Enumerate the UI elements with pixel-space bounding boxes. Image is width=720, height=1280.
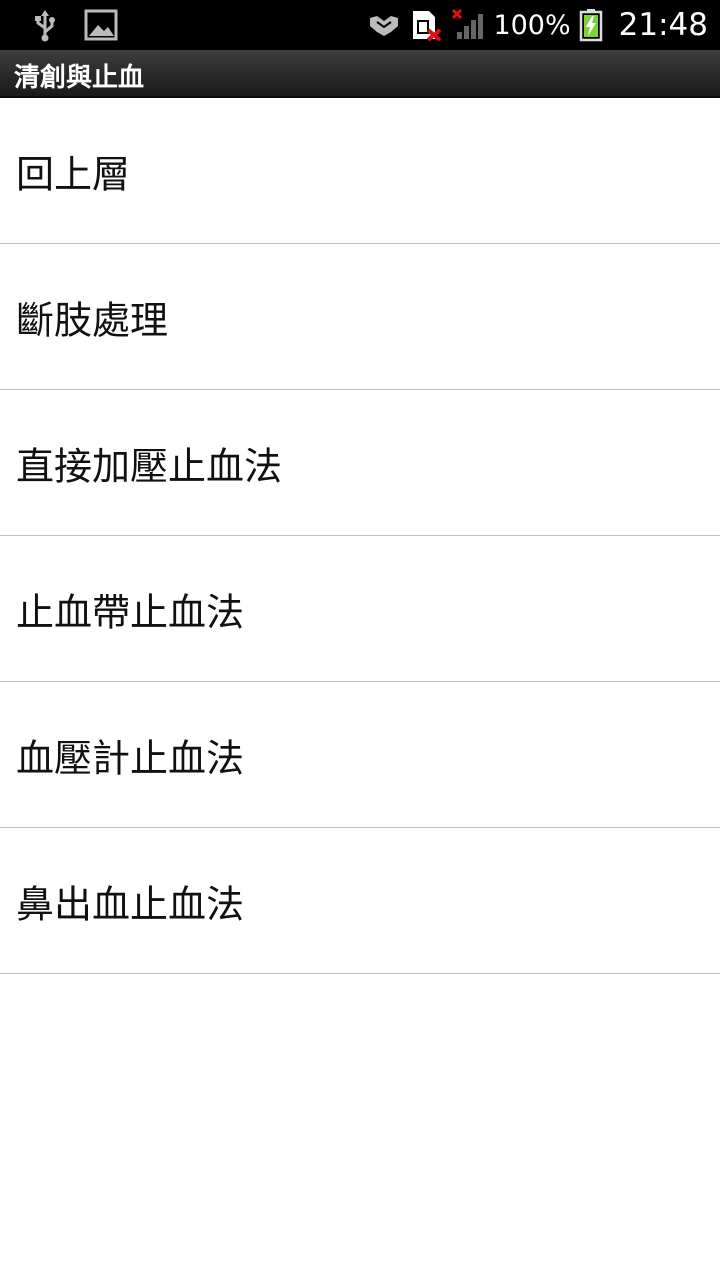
list-item-label: 止血帶止血法 [16, 590, 245, 634]
list-item-label: 回上層 [16, 152, 131, 196]
no-signal-icon [451, 8, 485, 42]
usb-icon [28, 8, 62, 42]
list-item-direct-pressure[interactable]: 直接加壓止血法 [0, 390, 720, 536]
battery-charging-icon [579, 8, 603, 42]
list-item-nosebleed[interactable]: 鼻出血止血法 [0, 828, 720, 974]
list-item-amputation[interactable]: 斷肢處理 [0, 244, 720, 390]
status-bar-right: 100% 21:48 [367, 6, 708, 44]
status-bar-left [28, 8, 118, 42]
sim-missing-icon [409, 8, 443, 42]
list-item-back[interactable]: 回上層 [0, 98, 720, 244]
title-bar: 清創與止血 [0, 50, 720, 98]
list-item-label: 直接加壓止血法 [16, 444, 283, 488]
list-item-tourniquet[interactable]: 止血帶止血法 [0, 536, 720, 682]
page-title: 清創與止血 [14, 63, 145, 93]
battery-percent: 100% [493, 9, 571, 41]
handshake-icon [367, 8, 401, 42]
list-item-label: 斷肢處理 [16, 298, 169, 342]
menu-list: 回上層 斷肢處理 直接加壓止血法 止血帶止血法 血壓計止血法 鼻出血止血法 [0, 98, 720, 974]
image-icon [84, 8, 118, 42]
clock: 21:48 [618, 7, 708, 43]
status-bar: 100% 21:48 [0, 0, 720, 50]
list-item-label: 鼻出血止血法 [16, 882, 245, 926]
list-item-label: 血壓計止血法 [16, 736, 245, 780]
list-item-blood-pressure-cuff[interactable]: 血壓計止血法 [0, 682, 720, 828]
